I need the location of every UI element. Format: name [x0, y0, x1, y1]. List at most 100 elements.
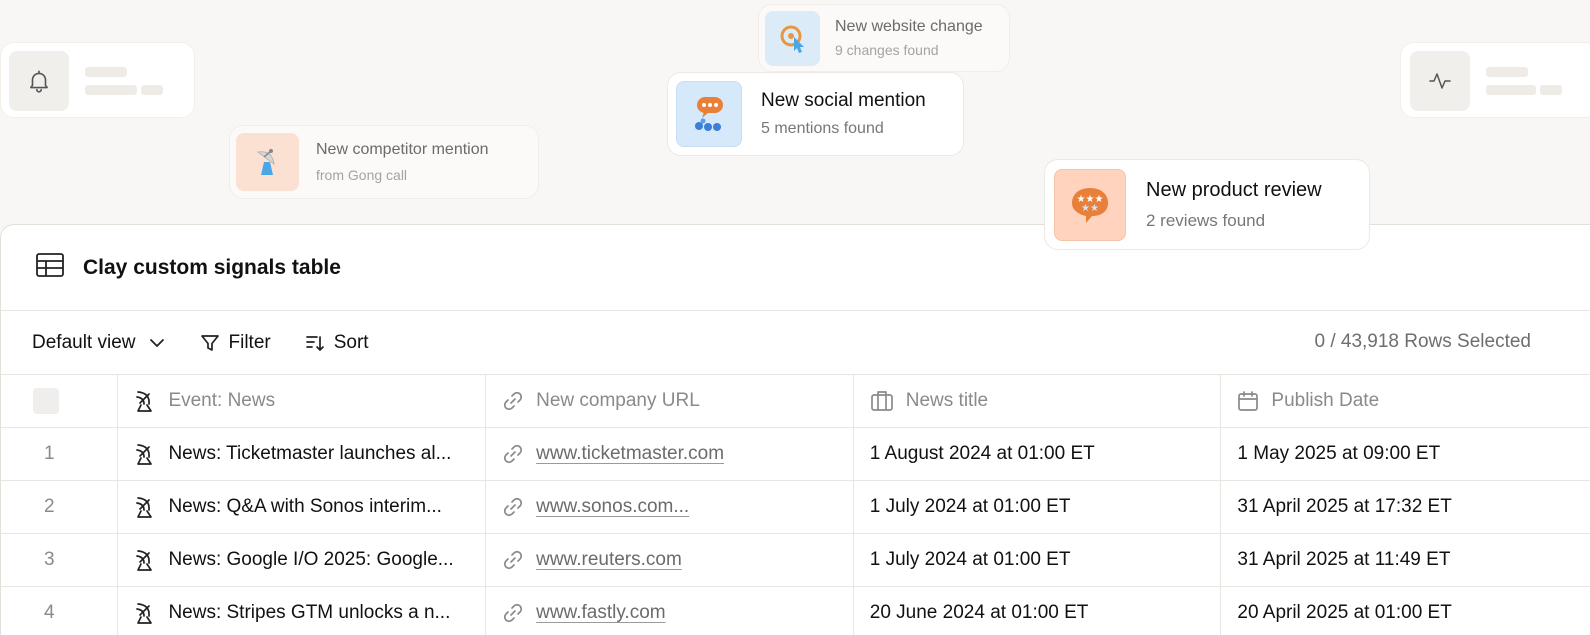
url-link[interactable]: www.fastly.com — [536, 602, 666, 624]
signal-subtitle: 5 mentions found — [761, 120, 884, 137]
event-cell[interactable]: News: Q&A with Sonos interim... — [118, 481, 487, 533]
sort-icon — [305, 335, 324, 351]
signal-title: New social mention — [761, 90, 926, 111]
url-link[interactable]: www.reuters.com — [536, 549, 682, 571]
signal-card-product-review[interactable]: ★★★ ★★ New product review 2 reviews foun… — [1044, 159, 1370, 250]
column-header-url[interactable]: New company URL — [486, 375, 854, 427]
publish-date-text: 31 April 2025 at 11:49 ET — [1237, 549, 1451, 570]
rows-selected-count: 0 / 43,918 Rows Selected — [1314, 331, 1531, 352]
signal-subtitle: 2 reviews found — [1146, 210, 1266, 230]
link-icon — [504, 444, 523, 464]
satellite-icon — [136, 603, 153, 624]
signals-canvas: New website change 9 changes found New s… — [0, 0, 1590, 635]
news-title-text: 1 July 2024 at 01:00 ET — [869, 496, 1071, 517]
table-header-row: Event: News New company URL News title P… — [1, 375, 1590, 428]
news-title-text: 20 June 2024 at 01:00 ET — [869, 602, 1089, 623]
satellite-dish-icon — [236, 133, 299, 191]
signal-card-social-mention[interactable]: New social mention 5 mentions found — [667, 72, 964, 156]
satellite-icon — [136, 497, 153, 518]
cursor-target-icon — [765, 10, 820, 66]
satellite-icon — [136, 444, 153, 465]
signal-title: New website change — [835, 18, 983, 35]
link-icon — [504, 391, 523, 411]
url-cell[interactable]: www.fastly.com — [486, 587, 854, 635]
table-row[interactable]: 2 News: Q&A with Sonos interim... www.so… — [1, 481, 1590, 534]
news-title-cell[interactable]: 1 August 2024 at 01:00 ET — [854, 428, 1222, 480]
signal-subtitle: 9 changes found — [835, 42, 939, 58]
publish-date-cell[interactable]: 20 April 2025 at 01:00 ET — [1221, 587, 1590, 635]
column-header-label: News title — [905, 390, 989, 411]
column-header-publish-date[interactable]: Publish Date — [1221, 375, 1590, 427]
publish-date-cell[interactable]: 31 April 2025 at 17:32 ET — [1221, 481, 1590, 533]
placeholder-line — [85, 85, 137, 95]
news-title-text: 1 August 2024 at 01:00 ET — [869, 443, 1095, 464]
link-icon — [504, 550, 523, 570]
column-header-label: Publish Date — [1271, 390, 1380, 411]
row-index: 4 — [1, 587, 119, 635]
row-index: 2 — [1, 481, 119, 533]
url-cell[interactable]: www.ticketmaster.com — [486, 428, 854, 480]
row-index: 3 — [1, 534, 119, 586]
activity-pulse-icon — [1410, 51, 1470, 111]
event-text: News: Google I/O 2025: Google... — [168, 549, 454, 570]
table-row[interactable]: 1 News: Ticketmaster launches al... www.… — [1, 428, 1590, 481]
publish-date-text: 1 May 2025 at 09:00 ET — [1237, 443, 1441, 464]
briefcase-icon — [870, 391, 893, 411]
view-selector[interactable]: Default view — [32, 332, 166, 354]
satellite-icon — [136, 550, 153, 571]
sort-label: Sort — [333, 331, 369, 353]
placeholder-line — [141, 85, 163, 95]
placeholder-line — [85, 67, 127, 77]
event-text: News: Stripes GTM unlocks a n... — [168, 602, 451, 623]
filter-label: Filter — [228, 331, 271, 353]
filter-button[interactable]: Filter — [200, 332, 271, 354]
bell-icon — [9, 51, 69, 111]
table-title: Clay custom signals table — [83, 255, 341, 279]
table-row[interactable]: 3 News: Google I/O 2025: Google... www.r… — [1, 534, 1590, 587]
column-header-event[interactable]: Event: News — [118, 375, 487, 427]
table-toolbar: Default view Filter Sort 0 / 43,918 Rows… — [1, 311, 1590, 375]
placeholder-card-right — [1400, 42, 1590, 118]
speech-bubble-people-icon — [676, 81, 742, 147]
column-header-news-title[interactable]: News title — [854, 375, 1222, 427]
view-label: Default view — [32, 331, 136, 353]
event-cell[interactable]: News: Stripes GTM unlocks a n... — [118, 587, 487, 635]
url-cell[interactable]: www.sonos.com... — [486, 481, 854, 533]
svg-text:★★: ★★ — [1081, 203, 1099, 214]
table-icon — [35, 252, 65, 283]
signal-title: New product review — [1146, 178, 1322, 201]
column-header-label: New company URL — [536, 390, 700, 411]
publish-date-cell[interactable]: 1 May 2025 at 09:00 ET — [1221, 428, 1590, 480]
row-index: 1 — [1, 428, 119, 480]
chevron-down-icon — [149, 338, 164, 347]
news-title-text: 1 July 2024 at 01:00 ET — [869, 549, 1071, 570]
publish-date-text: 31 April 2025 at 17:32 ET — [1237, 496, 1452, 517]
satellite-icon — [136, 391, 153, 412]
sort-button[interactable]: Sort — [305, 332, 369, 354]
placeholder-line — [1486, 85, 1536, 95]
signals-table-panel: Clay custom signals table Default view F… — [0, 224, 1590, 635]
select-all-checkbox[interactable] — [33, 388, 59, 414]
signal-card-competitor-mention[interactable]: New competitor mention from Gong call — [229, 125, 539, 199]
select-all-cell — [1, 375, 119, 427]
table-row[interactable]: 4 News: Stripes GTM unlocks a n... www.f… — [1, 587, 1590, 635]
url-link[interactable]: www.sonos.com... — [536, 496, 689, 518]
event-cell[interactable]: News: Ticketmaster launches al... — [118, 428, 487, 480]
news-title-cell[interactable]: 1 July 2024 at 01:00 ET — [854, 481, 1222, 533]
news-title-cell[interactable]: 20 June 2024 at 01:00 ET — [854, 587, 1222, 635]
signal-card-website-change[interactable]: New website change 9 changes found — [758, 4, 1010, 72]
column-header-label: Event: News — [168, 390, 276, 411]
calendar-icon — [1238, 391, 1259, 411]
url-cell[interactable]: www.reuters.com — [486, 534, 854, 586]
placeholder-card-left — [0, 42, 195, 118]
link-icon — [504, 497, 523, 517]
placeholder-line — [1540, 85, 1562, 95]
event-text: News: Ticketmaster launches al... — [168, 443, 452, 464]
publish-date-text: 20 April 2025 at 01:00 ET — [1237, 602, 1452, 623]
url-link[interactable]: www.ticketmaster.com — [536, 443, 724, 465]
publish-date-cell[interactable]: 31 April 2025 at 11:49 ET — [1221, 534, 1590, 586]
news-title-cell[interactable]: 1 July 2024 at 01:00 ET — [854, 534, 1222, 586]
signal-subtitle: from Gong call — [316, 167, 408, 183]
star-review-bubble-icon: ★★★ ★★ — [1054, 168, 1126, 241]
event-cell[interactable]: News: Google I/O 2025: Google... — [118, 534, 487, 586]
